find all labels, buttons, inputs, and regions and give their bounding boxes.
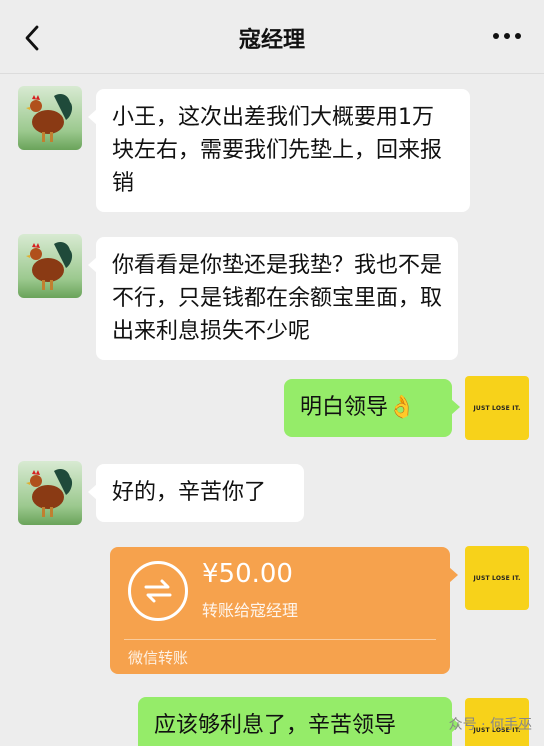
self-avatar-text: JUST LOSE IT. xyxy=(473,404,521,412)
self-avatar[interactable]: JUST LOSE IT. xyxy=(465,546,529,610)
contact-avatar[interactable] xyxy=(18,234,82,298)
rooster-icon xyxy=(26,469,73,517)
transfer-card[interactable]: ¥50.00 转账给寇经理 微信转账 xyxy=(110,547,458,674)
message-text: 小王，这次出差我们大概要用1万块左右，需要我们先垫上，回来报销 xyxy=(112,105,443,196)
message-text: 你看看是你垫还是我垫？我也不是不行，只是钱都在余额宝里面，取出来利息损失不少呢 xyxy=(112,253,443,344)
message-text: 好的，辛苦你了 xyxy=(112,480,267,505)
transfer-amount: ¥50.00 xyxy=(202,559,293,589)
chat-header: 寇经理 xyxy=(0,0,544,74)
transfer-arrows-icon xyxy=(128,561,188,621)
chat-title: 寇经理 xyxy=(238,28,305,53)
message-text: 明白领导 xyxy=(300,395,389,420)
message-text: 应该够利息了，辛苦领导 xyxy=(154,713,397,738)
contact-avatar[interactable] xyxy=(18,86,82,150)
watermark: 众号 · 何手巫 xyxy=(448,717,532,733)
rooster-icon xyxy=(26,242,73,290)
rooster-icon xyxy=(26,94,73,142)
transfer-footer: 微信转账 xyxy=(128,649,189,667)
self-avatar-text: JUST LOSE IT. xyxy=(473,574,521,582)
ellipsis-icon xyxy=(493,33,499,39)
message-bubble-self[interactable]: 应该够利息了，辛苦领导 xyxy=(138,697,460,746)
self-avatar[interactable]: JUST LOSE IT. xyxy=(465,376,529,440)
ok-hand-emoji: 👌 xyxy=(388,395,416,420)
message-bubble[interactable]: 好的，辛苦你了 xyxy=(88,464,304,522)
divider xyxy=(124,639,436,640)
transfer-description: 转账给寇经理 xyxy=(202,601,299,620)
message-bubble-self[interactable]: 明白领导👌 xyxy=(284,379,460,437)
message-bubble[interactable]: 小王，这次出差我们大概要用1万块左右，需要我们先垫上，回来报销 xyxy=(88,89,470,212)
more-button[interactable] xyxy=(490,26,524,46)
message-bubble[interactable]: 你看看是你垫还是我垫？我也不是不行，只是钱都在余额宝里面，取出来利息损失不少呢 xyxy=(88,237,458,360)
contact-avatar[interactable] xyxy=(18,461,82,525)
